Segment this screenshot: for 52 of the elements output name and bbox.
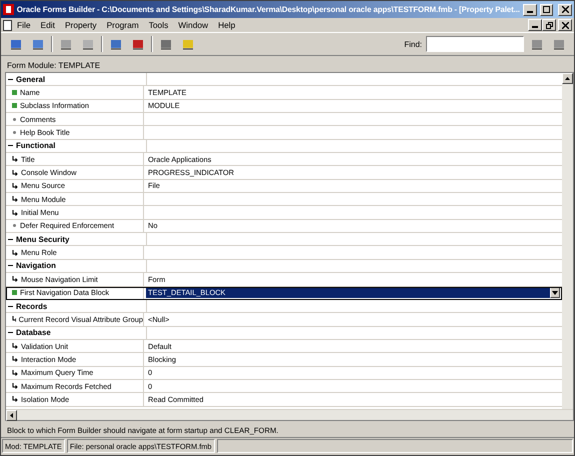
menu-item[interactable]: Property — [60, 20, 102, 30]
maximize-button[interactable] — [540, 4, 554, 16]
restore-button[interactable] — [542, 19, 556, 31]
minus-icon[interactable] — [8, 236, 13, 242]
dot-icon — [12, 223, 17, 228]
close-button[interactable] — [558, 4, 572, 16]
close-button[interactable] — [558, 19, 572, 31]
left-arrow-icon[interactable] — [10, 413, 13, 418]
bent-arrow-icon — [12, 170, 18, 176]
minimize-button[interactable] — [528, 19, 542, 31]
find-field[interactable] — [426, 36, 524, 52]
menu-item[interactable]: Program — [102, 20, 144, 30]
square-icon — [12, 290, 17, 296]
bent-arrow-icon — [12, 250, 18, 256]
context-label: Form Module: TEMPLATE — [6, 60, 102, 72]
bent-arrow-icon — [12, 276, 18, 282]
caret-icon — [552, 290, 558, 295]
maximize-icon — [542, 6, 550, 13]
dot-icon — [12, 130, 17, 136]
app-icon — [3, 4, 14, 15]
horizontal-scrollbar[interactable] — [6, 409, 573, 420]
minus-icon[interactable] — [8, 143, 13, 148]
square-icon — [12, 103, 17, 108]
bent-arrow-icon — [12, 343, 18, 350]
menu-item[interactable]: Tools — [144, 20, 174, 30]
close-icon — [562, 6, 569, 13]
square-icon — [12, 90, 17, 96]
menu-item[interactable]: Edit — [36, 20, 60, 30]
bent-arrow-icon — [12, 210, 18, 216]
bent-arrow-icon — [12, 396, 18, 402]
find-label: Find: — [404, 40, 422, 48]
minimize-button[interactable] — [522, 4, 537, 16]
up-arrow-icon[interactable] — [565, 77, 570, 80]
bent-arrow-icon — [12, 383, 18, 390]
restore-icon — [546, 22, 552, 28]
minus-icon[interactable] — [8, 76, 13, 82]
menu-item[interactable]: Window — [173, 20, 214, 30]
minus-icon[interactable] — [8, 304, 13, 309]
dot-icon — [12, 116, 17, 122]
menu-item[interactable]: Help — [213, 20, 240, 30]
vertical-scrollbar[interactable] — [562, 73, 573, 409]
dropdown-button[interactable] — [550, 287, 560, 298]
menu-item[interactable]: File — [12, 20, 36, 30]
minus-icon[interactable] — [8, 330, 13, 336]
bent-arrow-icon — [12, 370, 18, 376]
minus-icon[interactable] — [8, 263, 13, 268]
close-icon — [562, 22, 568, 28]
bent-arrow-icon — [12, 156, 18, 162]
bent-arrow-icon — [12, 196, 18, 202]
bent-arrow-icon — [12, 316, 16, 322]
bent-arrow-icon — [12, 182, 18, 189]
bent-arrow-icon — [12, 356, 18, 362]
